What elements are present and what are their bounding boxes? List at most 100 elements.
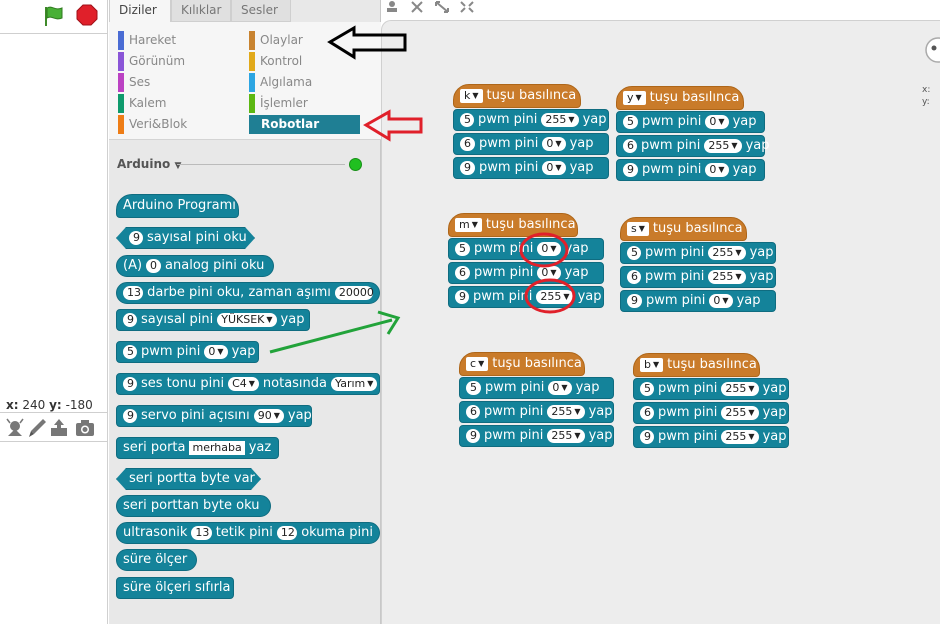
tab-sounds[interactable]: Sesler — [231, 0, 291, 22]
pin-input[interactable]: 6 — [623, 139, 637, 153]
category-sound[interactable]: Ses — [118, 73, 150, 92]
pwm-write-block[interactable]: 6 pwm pini 255 ▼ yap — [459, 401, 614, 423]
pwm-write-block[interactable]: 9 pwm pini 0 ▼ yap — [453, 157, 609, 179]
pwm-write-block[interactable]: 5 pwm pini 0 ▼ yap — [459, 377, 614, 399]
note-dropdown[interactable]: C4 ▼ — [228, 377, 259, 391]
timeout-input[interactable]: 20000 — [334, 286, 374, 300]
text-input[interactable]: merhaba — [189, 441, 245, 455]
value-dropdown[interactable]: 0 ▼ — [537, 242, 561, 256]
pin-input[interactable]: 0 — [146, 259, 162, 273]
pin-input[interactable]: 6 — [460, 137, 475, 151]
category-motion[interactable]: Hareket — [118, 31, 176, 50]
value-dropdown[interactable]: 255 ▼ — [721, 430, 759, 444]
pin-input[interactable]: 6 — [627, 270, 641, 284]
value-dropdown[interactable]: 255 ▼ — [547, 429, 585, 443]
pwm-write-block[interactable]: 6 pwm pini 255 ▼ yap — [633, 402, 789, 424]
pin-input[interactable]: 5 — [627, 246, 641, 260]
pin-input[interactable]: 9 — [123, 313, 137, 327]
value-dropdown[interactable]: 255 ▼ — [708, 246, 746, 260]
pin-input[interactable]: 6 — [640, 406, 654, 420]
key-press-hat-block[interactable]: s ▼ tuşu basılınca — [620, 217, 747, 241]
block-timer[interactable]: süre ölçer — [116, 549, 197, 571]
value-dropdown[interactable]: 0 ▼ — [705, 115, 729, 129]
value-dropdown[interactable]: 0 ▼ — [709, 294, 733, 308]
pin-input[interactable]: 9 — [627, 294, 642, 308]
value-dropdown[interactable]: YÜKSEK ▼ — [217, 313, 277, 327]
key-dropdown[interactable]: k ▼ — [460, 89, 483, 103]
pwm-write-block[interactable]: 5 pwm pini 0 ▼ yap — [616, 111, 765, 133]
camera-icon[interactable] — [74, 417, 96, 439]
pwm-write-block[interactable]: 6 pwm pini 255 ▼ yap — [620, 266, 776, 288]
arduino-section-title[interactable]: Arduino ▼ — [117, 157, 181, 171]
pwm-write-block[interactable]: 9 pwm pini 255 ▼ yap — [633, 426, 789, 448]
block-tone[interactable]: 9 ses tonu pini C4 ▼ notasında Yarım ▼ — [116, 373, 380, 395]
pwm-write-block[interactable]: 5 pwm pini 255 ▼ yap — [453, 109, 609, 131]
tab-costumes[interactable]: Kılıklar — [171, 0, 231, 22]
block-analog-read[interactable]: (A) 0 analog pini oku — [116, 255, 274, 277]
pin-input[interactable]: 9 — [129, 231, 143, 245]
category-events[interactable]: Olaylar — [249, 31, 303, 50]
key-press-hat-block[interactable]: b ▼ tuşu basılınca — [633, 353, 760, 377]
pin-input[interactable]: 5 — [455, 242, 470, 256]
key-dropdown[interactable]: c ▼ — [466, 357, 489, 371]
green-flag-icon[interactable] — [42, 5, 66, 27]
pin-input[interactable]: 9 — [623, 163, 638, 177]
key-dropdown[interactable]: m ▼ — [455, 218, 482, 232]
pin-input[interactable]: 9 — [123, 409, 137, 423]
category-pen[interactable]: Kalem — [118, 94, 166, 113]
key-dropdown[interactable]: y ▼ — [623, 91, 646, 105]
block-timer-reset[interactable]: süre ölçeri sıfırla — [116, 577, 234, 599]
beat-dropdown[interactable]: Yarım ▼ — [331, 377, 378, 391]
cut-icon[interactable] — [409, 0, 425, 14]
value-dropdown[interactable]: 255 ▼ — [708, 270, 746, 284]
category-looks[interactable]: Görünüm — [118, 52, 185, 71]
block-ultrasonic[interactable]: ultrasonik 13 tetik pini 12 okuma pini — [116, 522, 380, 544]
block-digital-read[interactable]: 9 sayısal pini oku — [116, 227, 255, 249]
category-robots[interactable]: Robotlar — [249, 115, 360, 134]
echo-pin-input[interactable]: 12 — [276, 526, 298, 540]
block-serial-read[interactable]: seri porttan byte oku — [116, 495, 271, 517]
pwm-write-block[interactable]: 5 pwm pini 0 ▼ yap — [448, 238, 604, 260]
category-control[interactable]: Kontrol — [249, 52, 302, 71]
pwm-write-block[interactable]: 9 pwm pini 0 ▼ yap — [616, 159, 765, 181]
block-pulse-read[interactable]: 13 darbe pini oku, zaman aşımı 20000 — [116, 282, 380, 304]
key-dropdown[interactable]: s ▼ — [627, 222, 649, 236]
value-dropdown[interactable]: 0 ▼ — [548, 381, 572, 395]
value-dropdown[interactable]: 0 ▼ — [705, 163, 729, 177]
pin-input[interactable]: 5 — [123, 345, 137, 359]
pin-input[interactable]: 9 — [455, 290, 469, 304]
category-sensing[interactable]: Algılama — [249, 73, 312, 92]
key-press-hat-block[interactable]: c ▼ tuşu basılınca — [459, 352, 585, 376]
pwm-write-block[interactable]: 9 pwm pini 255 ▼ yap — [448, 286, 604, 308]
pin-input[interactable]: 13 — [123, 286, 144, 300]
pin-input[interactable]: 9 — [640, 430, 654, 444]
value-dropdown[interactable]: 0 ▼ — [542, 161, 566, 175]
block-serial-available[interactable]: seri portta byte var — [116, 468, 261, 490]
value-dropdown[interactable]: 255 ▼ — [721, 382, 759, 396]
grow-icon[interactable] — [434, 0, 450, 14]
pin-input[interactable]: 5 — [640, 382, 654, 396]
pwm-write-block[interactable]: 9 pwm pini 0 ▼ yap — [620, 290, 776, 312]
trig-pin-input[interactable]: 13 — [191, 526, 212, 540]
angle-dropdown[interactable]: 90 ▼ — [253, 409, 284, 423]
value-dropdown[interactable]: 255 ▼ — [704, 139, 742, 153]
pwm-write-block[interactable]: 5 pwm pini 255 ▼ yap — [620, 242, 776, 264]
pin-input[interactable]: 5 — [466, 381, 481, 395]
pin-input[interactable]: 9 — [123, 377, 137, 391]
pwm-write-block[interactable]: 9 pwm pini 255 ▼ yap — [459, 425, 614, 447]
sprite-library-icon[interactable] — [4, 417, 26, 439]
pwm-write-block[interactable]: 6 pwm pini 0 ▼ yap — [453, 133, 609, 155]
key-press-hat-block[interactable]: y ▼ tuşu basılınca — [616, 86, 744, 110]
key-press-hat-block[interactable]: m ▼ tuşu basılınca — [448, 213, 578, 237]
stop-icon[interactable] — [76, 4, 98, 26]
pwm-write-block[interactable]: 6 pwm pini 0 ▼ yap — [448, 262, 604, 284]
pin-input[interactable]: 5 — [460, 113, 474, 127]
block-arduino-program[interactable]: Arduino Programı — [116, 194, 239, 218]
pin-input[interactable]: 5 — [623, 115, 638, 129]
block-serial-write[interactable]: seri porta merhaba yaz — [116, 437, 279, 459]
paint-brush-icon[interactable] — [26, 417, 48, 439]
block-servo[interactable]: 9 servo pini açısını 90 ▼ yap — [116, 405, 312, 427]
pin-input[interactable]: 9 — [466, 429, 480, 443]
category-data[interactable]: Veri&Blok — [118, 115, 187, 134]
tab-scripts[interactable]: Diziler — [109, 0, 171, 22]
